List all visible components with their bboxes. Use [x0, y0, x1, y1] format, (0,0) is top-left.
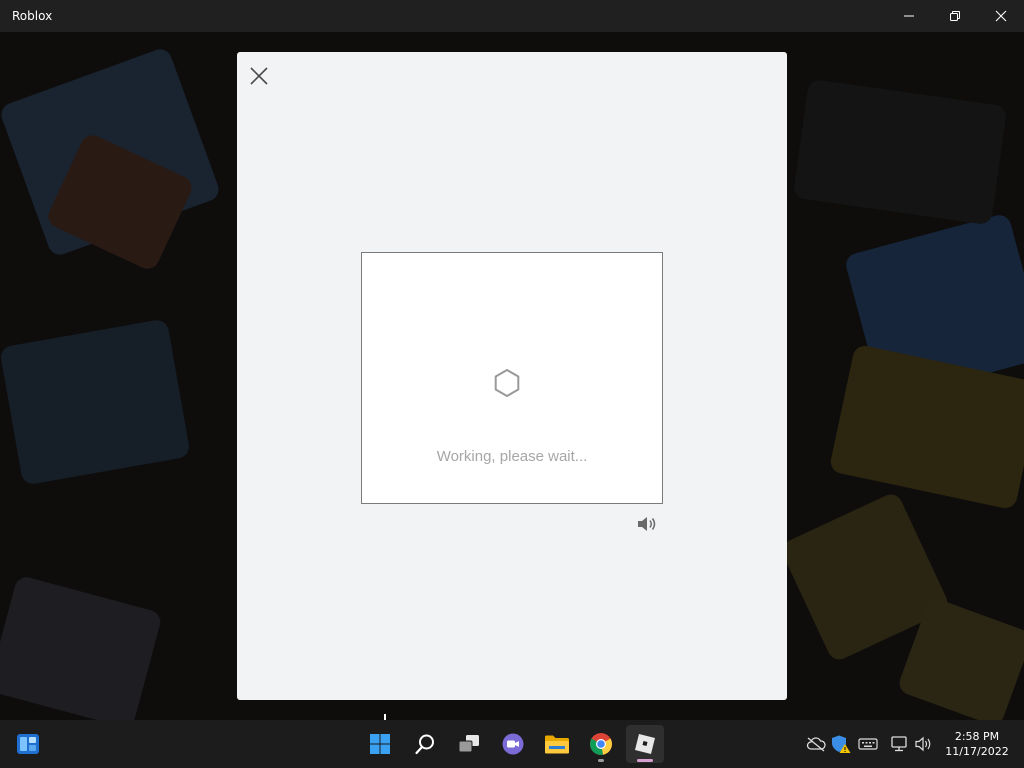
bg-shape — [0, 574, 163, 720]
system-clock[interactable]: 2:58 PM 11/17/2022 — [944, 729, 1010, 759]
network-status[interactable] — [890, 734, 910, 754]
network-icon — [891, 736, 907, 752]
window-title: Roblox — [12, 9, 53, 23]
bg-shape — [792, 78, 1008, 226]
chrome-icon — [590, 733, 612, 755]
volume-icon — [915, 736, 931, 752]
security-status[interactable] — [831, 734, 851, 754]
challenge-frame: Working, please wait... — [361, 252, 663, 504]
restore-icon — [950, 11, 960, 21]
volume-control[interactable] — [914, 734, 934, 754]
taskbar-search[interactable] — [406, 725, 444, 763]
taskbar-file-explorer[interactable] — [538, 725, 576, 763]
close-icon — [995, 10, 1007, 22]
taskbar-start[interactable] — [361, 725, 399, 763]
onedrive-status[interactable] — [806, 734, 826, 754]
dialog-close-button[interactable] — [249, 66, 269, 86]
close-icon — [250, 67, 268, 85]
bg-shape — [0, 318, 191, 486]
close-window-button[interactable] — [978, 0, 1024, 32]
search-icon — [415, 734, 434, 755]
roblox-icon — [635, 734, 655, 754]
taskbar-task-view[interactable] — [450, 725, 488, 763]
input-indicator[interactable] — [858, 734, 878, 754]
keyboard-icon — [858, 738, 878, 750]
taskbar-chrome[interactable] — [582, 725, 620, 763]
taskbar-roblox[interactable] — [626, 725, 664, 763]
widgets-icon — [17, 734, 39, 754]
widgets-button[interactable] — [9, 725, 47, 763]
status-text: Working, please wait... — [436, 448, 588, 465]
active-app-indicator — [637, 759, 653, 762]
verification-dialog: Working, please wait... — [237, 52, 787, 700]
chrome-running-indicator — [598, 759, 604, 762]
audio-challenge-button[interactable] — [636, 515, 658, 533]
security-warning-icon — [832, 735, 851, 753]
hexagon-spinner-icon — [492, 368, 522, 398]
folder-icon — [545, 735, 569, 754]
minimize-button[interactable] — [886, 0, 932, 32]
taskbar: 2:58 PM 11/17/2022 — [0, 720, 1024, 768]
restore-button[interactable] — [932, 0, 978, 32]
windows-start-icon — [370, 734, 390, 754]
teams-chat-icon — [502, 733, 524, 755]
window-titlebar[interactable]: Roblox — [0, 0, 1024, 32]
minimize-icon — [904, 15, 914, 17]
onedrive-offline-icon — [806, 737, 826, 752]
taskbar-chat[interactable] — [494, 725, 532, 763]
clock-time: 2:58 PM — [954, 730, 1000, 743]
clock-date: 11/17/2022 — [945, 745, 1009, 758]
speaker-icon — [638, 517, 656, 531]
task-view-icon — [458, 735, 479, 753]
